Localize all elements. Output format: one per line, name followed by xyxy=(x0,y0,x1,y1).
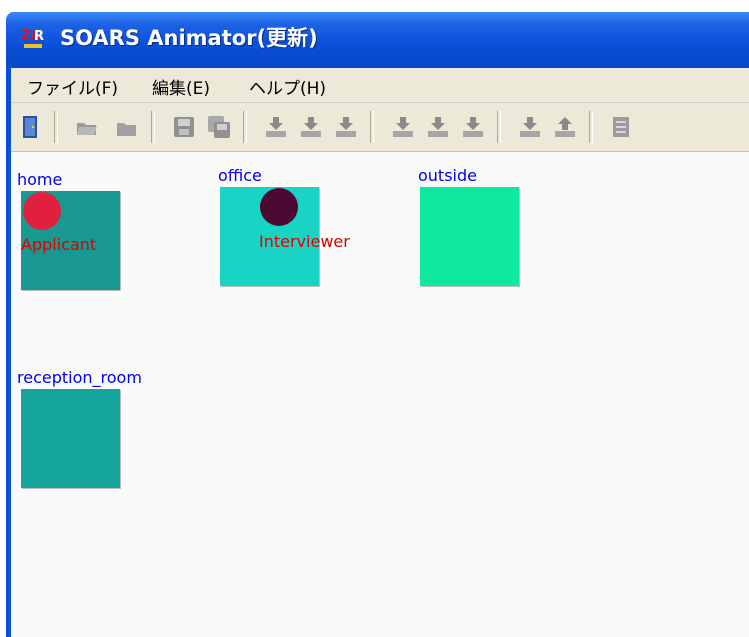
animation-canvas[interactable]: home Applicant office Interviewer outsid… xyxy=(11,152,749,637)
menu-help[interactable]: ヘルプ(H) xyxy=(249,74,326,99)
save-as-icon[interactable] xyxy=(206,114,232,140)
agent-label-interviewer: Interviewer xyxy=(259,232,350,251)
agent-applicant[interactable] xyxy=(23,192,61,230)
import-icon[interactable] xyxy=(390,114,416,140)
toolbar-separator xyxy=(370,111,374,143)
toolbar-separator xyxy=(54,111,58,143)
spot-label-office: office xyxy=(218,166,262,185)
toolbar-separator xyxy=(589,111,593,143)
agent-interviewer[interactable] xyxy=(260,188,298,226)
import-icon[interactable] xyxy=(263,114,289,140)
spot-outside[interactable] xyxy=(420,187,519,286)
menu-file[interactable]: ファイル(F) xyxy=(27,74,118,99)
import-icon[interactable] xyxy=(425,114,451,140)
import-icon[interactable] xyxy=(460,114,486,140)
toolbar-separator xyxy=(151,111,155,143)
import-icon[interactable] xyxy=(333,114,359,140)
import-icon[interactable] xyxy=(298,114,324,140)
save-icon[interactable] xyxy=(171,114,197,140)
toolbar-separator xyxy=(243,111,247,143)
agent-label-applicant: Applicant xyxy=(21,235,97,254)
spot-reception-room[interactable] xyxy=(21,389,120,488)
menu-edit[interactable]: 編集(E) xyxy=(152,74,210,99)
spot-label-outside: outside xyxy=(418,166,477,185)
folder-icon[interactable] xyxy=(114,114,140,140)
spot-label-reception-room: reception_room xyxy=(17,368,142,387)
document-icon[interactable] xyxy=(609,114,635,140)
soars-logo-icon: ZA R xyxy=(21,29,44,48)
svg-text:R: R xyxy=(34,29,44,44)
menu-bar: ファイル(F) 編集(E) ヘルプ(H) xyxy=(11,68,749,103)
exit-door-icon[interactable] xyxy=(19,114,45,140)
open-folder-icon[interactable] xyxy=(74,114,100,140)
toolbar xyxy=(11,103,749,152)
title-bar[interactable]: ZA R SOARS Animator(更新) xyxy=(6,12,749,68)
import-icon[interactable] xyxy=(517,114,543,140)
export-icon[interactable] xyxy=(552,114,578,140)
window-title: SOARS Animator(更新) xyxy=(60,26,318,50)
spot-label-home: home xyxy=(17,170,63,189)
toolbar-separator xyxy=(497,111,501,143)
